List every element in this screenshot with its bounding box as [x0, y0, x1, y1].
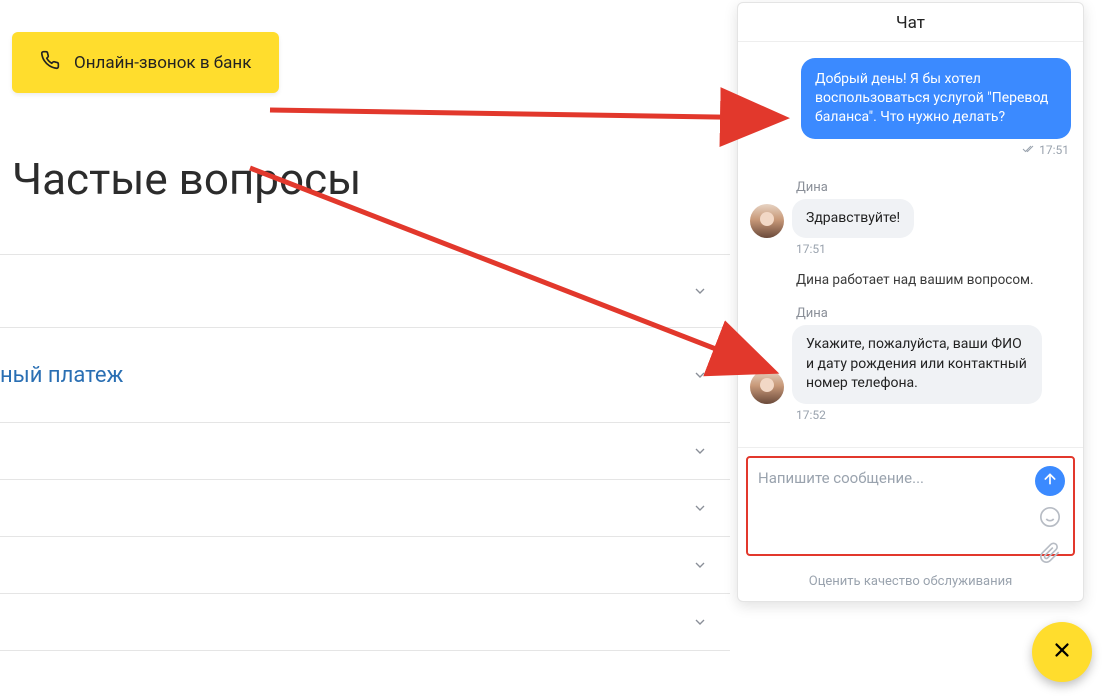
- send-button[interactable]: [1035, 466, 1065, 496]
- outgoing-message-row: Добрый день! Я бы хотел воспользоваться …: [750, 58, 1071, 139]
- outgoing-message-meta: 17:51: [750, 143, 1071, 158]
- accordion-item-payment[interactable]: ный платеж: [0, 327, 730, 423]
- chevron-down-icon: [692, 614, 708, 630]
- read-check-icon: [1019, 143, 1035, 158]
- incoming-message-row: Здравствуйте!: [750, 199, 1071, 239]
- close-chat-button[interactable]: [1032, 622, 1092, 682]
- incoming-message: Здравствуйте!: [792, 199, 914, 239]
- accordion-item[interactable]: [0, 536, 730, 594]
- attachment-icon[interactable]: [1039, 542, 1061, 568]
- close-icon: [1051, 639, 1073, 665]
- input-placeholder: Напишите сообщение...: [758, 469, 924, 487]
- incoming-time: 17:52: [796, 408, 1071, 422]
- avatar: [750, 204, 784, 238]
- emoji-icon[interactable]: [1039, 506, 1061, 532]
- accordion-item[interactable]: [0, 479, 730, 537]
- chat-title: Чат: [738, 3, 1083, 42]
- outgoing-time: 17:51: [1039, 143, 1069, 157]
- chevron-down-icon: [692, 367, 708, 383]
- incoming-message: Укажите, пожалуйста, ваши ФИО и дату рож…: [792, 325, 1042, 404]
- faq-accordion: ный платеж: [0, 254, 730, 651]
- online-call-label: Онлайн-звонок в банк: [74, 53, 251, 73]
- arrow-up-icon: [1042, 471, 1058, 491]
- chevron-down-icon: [692, 283, 708, 299]
- phone-icon: [40, 50, 60, 75]
- chat-panel: Чат Добрый день! Я бы хотел воспользоват…: [737, 2, 1084, 602]
- accordion-item-label: ный платеж: [0, 363, 123, 388]
- page-title: Частые вопросы: [12, 153, 730, 205]
- accordion-item[interactable]: [0, 422, 730, 480]
- outgoing-message: Добрый день! Я бы хотел воспользоваться …: [801, 58, 1071, 139]
- agent-name: Дина: [796, 306, 1071, 321]
- system-note: Дина работает над вашим вопросом.: [796, 272, 1071, 288]
- rate-service-link[interactable]: Оценить качество обслуживания: [738, 564, 1083, 601]
- accordion-item[interactable]: [0, 254, 730, 328]
- accordion-item[interactable]: [0, 593, 730, 651]
- incoming-time: 17:51: [796, 242, 1071, 256]
- avatar: [750, 370, 784, 404]
- chat-messages: Добрый день! Я бы хотел воспользоваться …: [738, 42, 1083, 447]
- message-input[interactable]: Напишите сообщение...: [746, 456, 1075, 556]
- chevron-down-icon: [692, 557, 708, 573]
- chevron-down-icon: [692, 443, 708, 459]
- page-main: Онлайн-звонок в банк Частые вопросы ный …: [0, 0, 730, 700]
- chat-input-area: Напишите сообщение...: [738, 447, 1083, 564]
- online-call-button[interactable]: Онлайн-звонок в банк: [12, 32, 279, 93]
- agent-name: Дина: [796, 180, 1071, 195]
- chevron-down-icon: [692, 500, 708, 516]
- incoming-message-row: Укажите, пожалуйста, ваши ФИО и дату рож…: [750, 325, 1071, 404]
